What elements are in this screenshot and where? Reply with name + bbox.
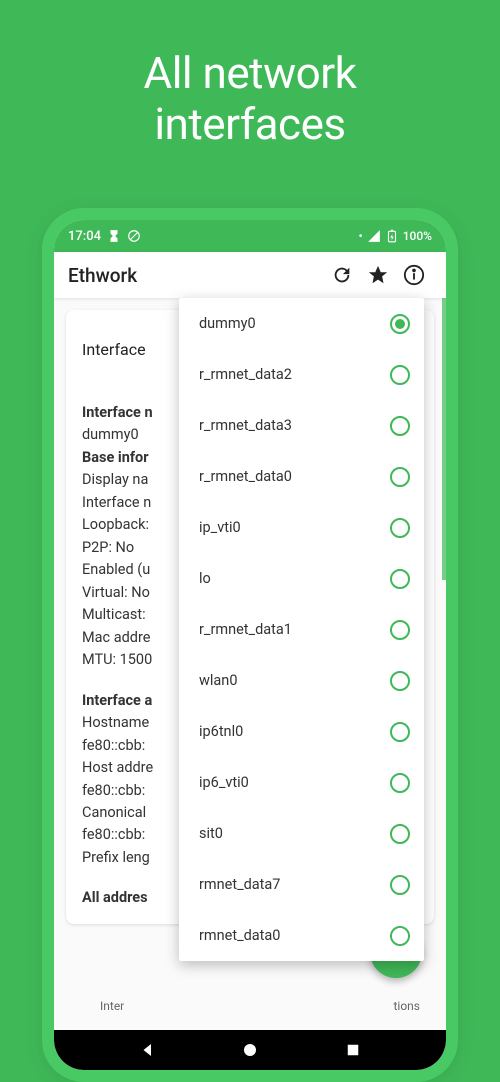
tab-connections[interactable]: tions [393,999,420,1013]
radio-icon [390,773,410,793]
menu-item-ip6tnl0[interactable]: ip6tnl0 [179,706,424,757]
info-icon [403,264,425,286]
favorite-button[interactable] [360,257,396,293]
nav-back-button[interactable] [139,1041,157,1059]
status-time: 17:04 [68,229,101,244]
radio-icon [390,926,410,946]
menu-item-label: rmnet_data0 [199,927,280,944]
menu-item-label: rmnet_data7 [199,876,280,893]
menu-item-sit0[interactable]: sit0 [179,808,424,859]
radio-icon [390,467,410,487]
menu-item-ip_vti0[interactable]: ip_vti0 [179,502,424,553]
radio-icon [390,314,410,334]
menu-item-lo[interactable]: lo [179,553,424,604]
menu-item-label: dummy0 [199,315,256,332]
radio-icon [390,671,410,691]
menu-item-label: lo [199,570,211,587]
promo-heading: All network interfaces [0,0,500,149]
menu-item-label: wlan0 [199,672,237,689]
menu-item-ip6_vti0[interactable]: ip6_vti0 [179,757,424,808]
star-icon [367,264,389,286]
menu-item-label: ip6tnl0 [199,723,243,740]
radio-icon [390,518,410,538]
nav-home-button[interactable] [241,1041,259,1059]
nav-recents-button[interactable] [344,1041,362,1059]
app-bar: Ethwork [54,252,446,298]
menu-item-rmnet_data0[interactable]: rmnet_data0 [179,910,424,961]
menu-item-label: sit0 [199,825,223,842]
info-button[interactable] [396,257,432,293]
menu-item-label: r_rmnet_data0 [199,468,292,485]
radio-icon [390,875,410,895]
radio-icon [390,824,410,844]
signal-icon [367,229,381,243]
tab-interfaces[interactable]: Inter [100,999,124,1013]
navigation-bar [54,1030,446,1070]
battery-text: 100% [403,229,432,243]
refresh-button[interactable] [324,257,360,293]
menu-item-dummy0[interactable]: dummy0 [179,298,424,349]
radio-icon [390,416,410,436]
battery-icon [385,229,399,243]
bottom-tabs: Inter tions [66,982,434,1030]
radio-icon [390,365,410,385]
menu-item-label: r_rmnet_data3 [199,417,292,434]
radio-icon [390,569,410,589]
phone-screen: 17:04 • 100% Ethwork [54,220,446,1070]
menu-item-label: ip6_vti0 [199,774,249,791]
menu-item-r_rmnet_data3[interactable]: r_rmnet_data3 [179,400,424,451]
interface-dropdown: dummy0 r_rmnet_data2 r_rmnet_data3 r_rmnet_… [179,298,424,961]
no-circle-icon [127,229,141,243]
menu-item-r_rmnet_data2[interactable]: r_rmnet_data2 [179,349,424,400]
hourglass-icon [107,229,121,243]
scroll-indicator [442,298,446,580]
refresh-icon [331,264,353,286]
phone-frame: 17:04 • 100% Ethwork [42,208,458,1082]
menu-item-rmnet_data7[interactable]: rmnet_data7 [179,859,424,910]
status-bar: 17:04 • 100% [54,220,446,252]
menu-item-r_rmnet_data0[interactable]: r_rmnet_data0 [179,451,424,502]
menu-item-label: r_rmnet_data1 [199,621,292,638]
interface-label: Interface [82,340,146,359]
app-title: Ethwork [68,264,324,287]
menu-item-r_rmnet_data1[interactable]: r_rmnet_data1 [179,604,424,655]
radio-icon [390,722,410,742]
menu-item-wlan0[interactable]: wlan0 [179,655,424,706]
radio-icon [390,620,410,640]
menu-item-label: r_rmnet_data2 [199,366,292,383]
menu-item-label: ip_vti0 [199,519,241,536]
dot-icon: • [359,229,363,243]
